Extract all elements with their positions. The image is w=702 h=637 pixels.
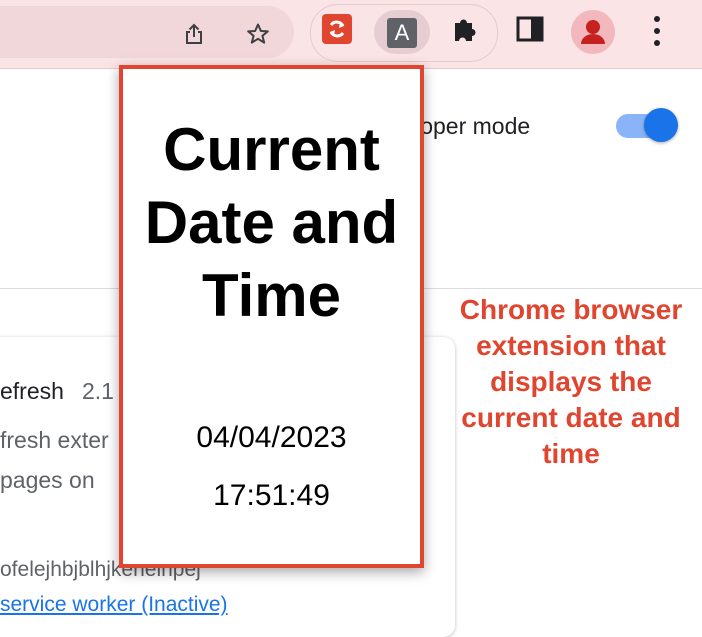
extension-description-line2: pages on bbox=[0, 467, 95, 493]
date-time-extension-icon[interactable]: A bbox=[387, 18, 417, 48]
auto-refresh-extension-icon[interactable] bbox=[322, 14, 352, 44]
side-panel-icon[interactable] bbox=[515, 14, 545, 44]
current-date: 04/04/2023 bbox=[196, 421, 347, 454]
service-worker-link[interactable]: service worker (Inactive) bbox=[0, 593, 228, 617]
extension-description: fresh exter bbox=[0, 427, 109, 453]
current-time: 17:51:49 bbox=[213, 479, 330, 512]
extension-popup: Current Date and Time 04/04/2023 17:51:4… bbox=[119, 65, 424, 568]
bookmark-star-icon[interactable] bbox=[246, 22, 270, 46]
extension-version: 2.1 bbox=[82, 378, 114, 404]
popup-title: Current Date and Time bbox=[144, 116, 399, 329]
extensions-puzzle-icon[interactable] bbox=[450, 14, 480, 44]
browser-toolbar: A bbox=[0, 0, 702, 69]
extension-name: efresh bbox=[0, 378, 64, 404]
menu-icon[interactable] bbox=[652, 14, 662, 48]
profile-avatar-icon[interactable] bbox=[571, 10, 615, 54]
developer-mode-toggle-knob[interactable] bbox=[644, 108, 678, 142]
share-icon[interactable] bbox=[182, 22, 206, 46]
address-bar[interactable] bbox=[0, 6, 294, 58]
annotation-caption: Chrome browser extension that displays t… bbox=[459, 294, 683, 469]
